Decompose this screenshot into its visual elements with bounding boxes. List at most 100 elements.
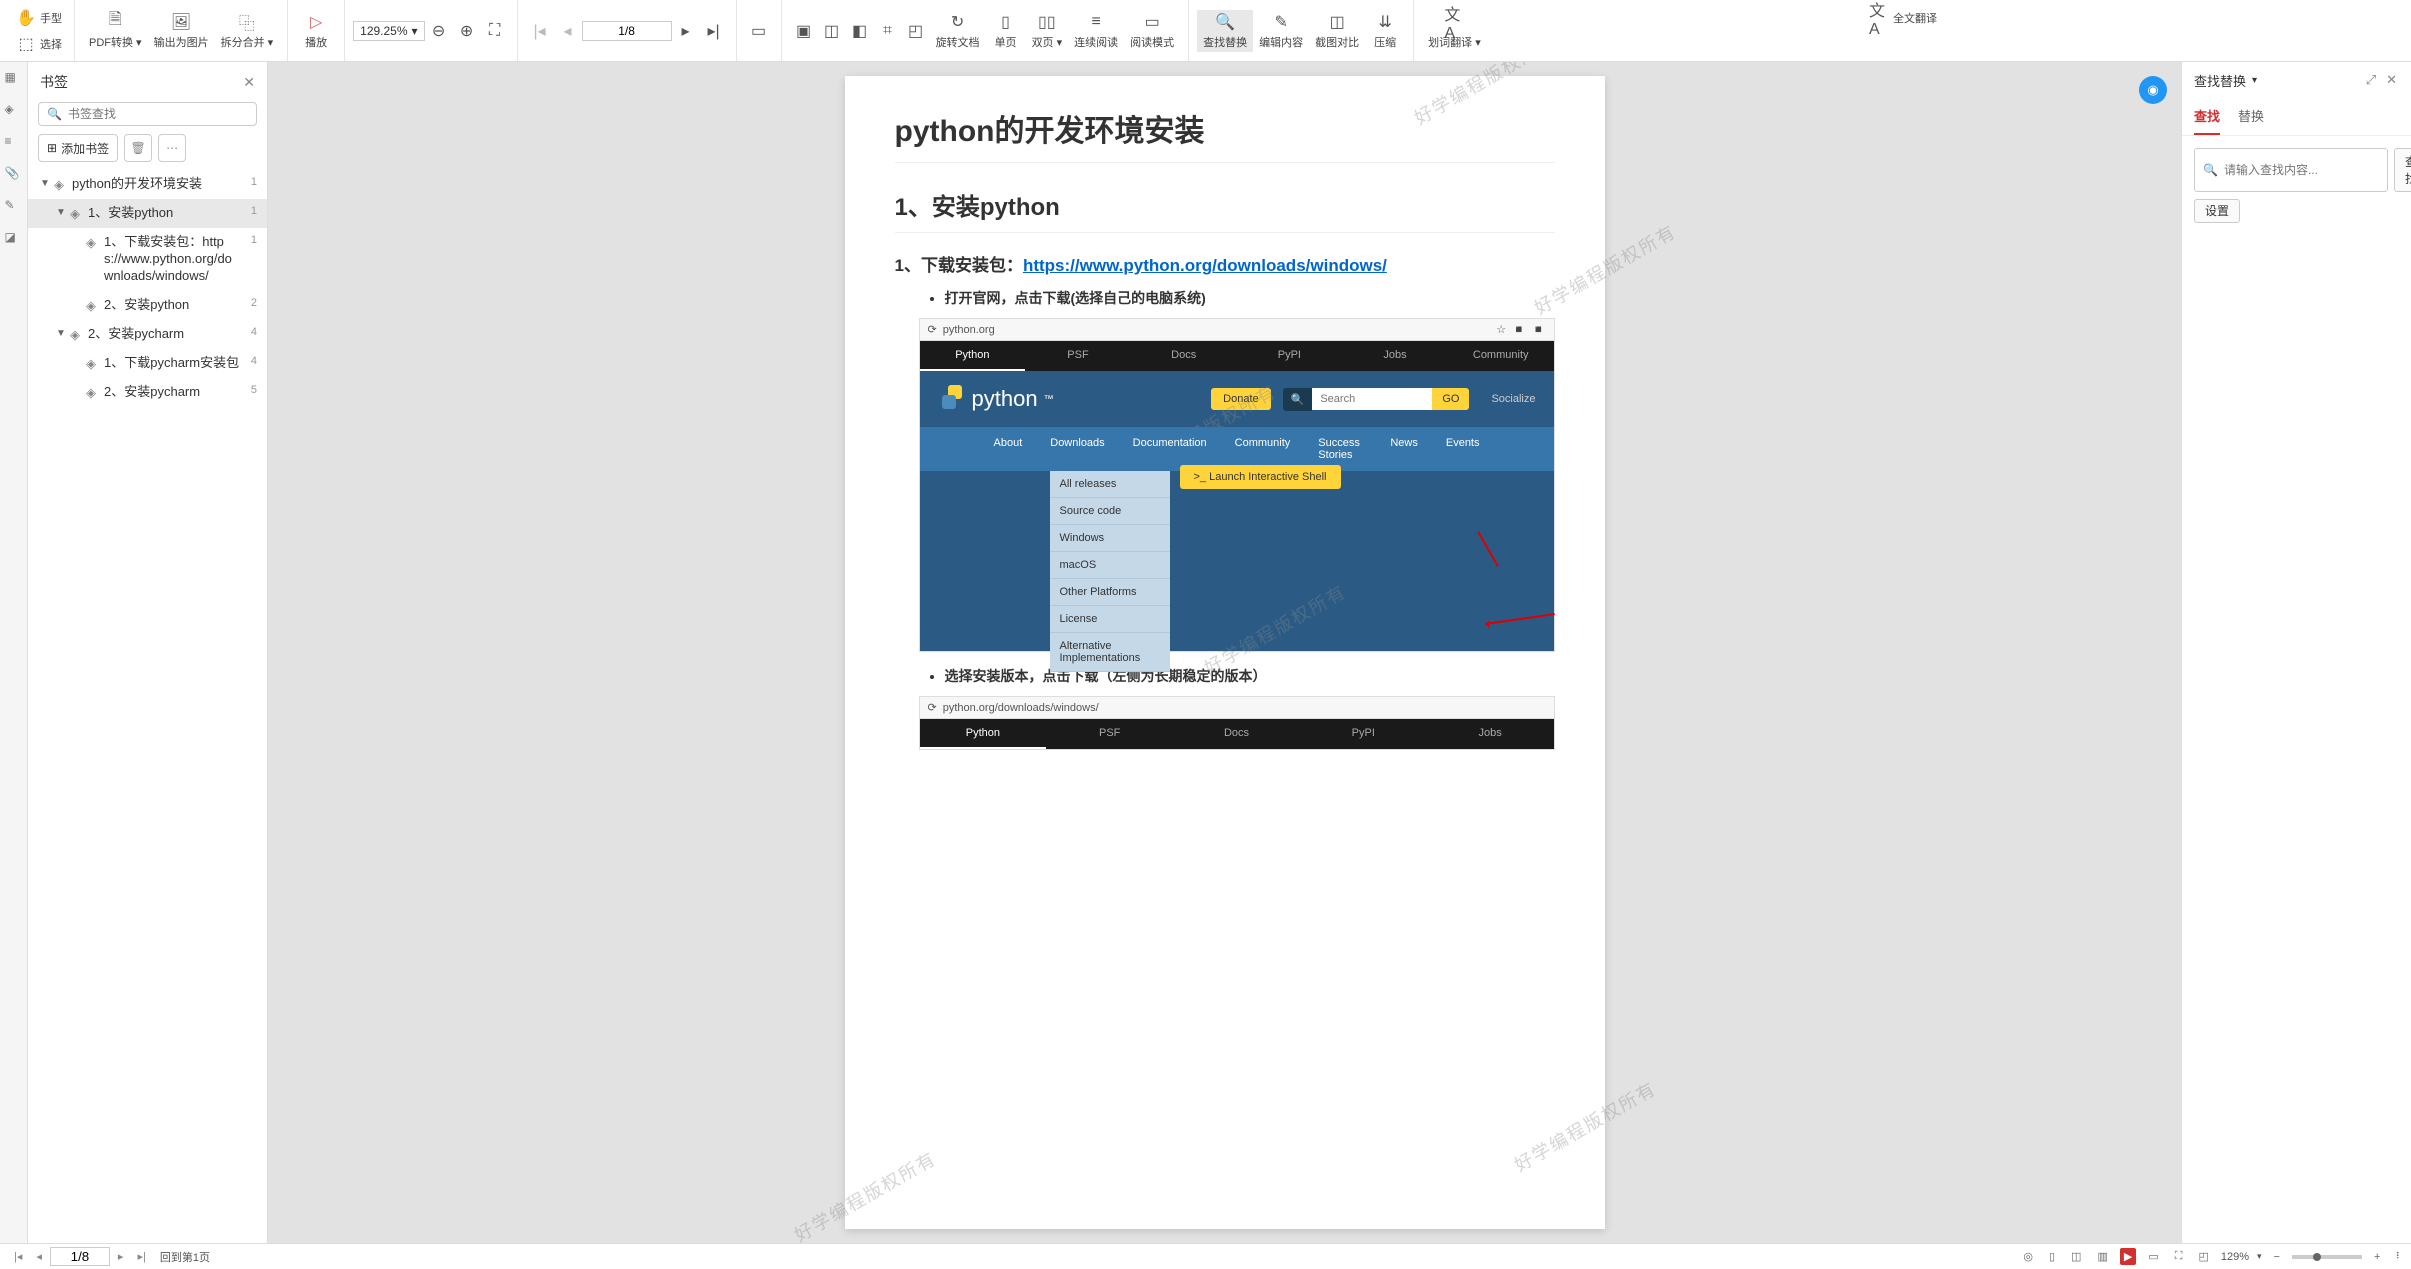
back-to-page-link[interactable]: 回到第1页 <box>160 1249 210 1265</box>
last-page-button[interactable]: ▸| <box>700 19 728 43</box>
bookmarks-close-icon[interactable]: ✕ <box>243 74 255 91</box>
zoom-out-button[interactable]: ⊖ <box>425 19 453 43</box>
split-merge-button[interactable]: ⿻拆分合并 ▾ <box>215 10 280 52</box>
bookmark-item[interactable]: ▼◈1、安装python1 <box>28 199 267 228</box>
double-page-button[interactable]: ▯▯双页 ▾ <box>1026 10 1069 52</box>
compress-button[interactable]: ⇊压缩 <box>1365 10 1405 52</box>
sb-view5-button[interactable]: ▭ <box>2144 1248 2162 1265</box>
prev-page-button[interactable]: ◂ <box>554 19 582 43</box>
crop5-button[interactable]: ◰ <box>902 19 930 43</box>
tab-find[interactable]: 查找 <box>2194 98 2220 135</box>
play-button[interactable]: ▷播放 <box>296 10 336 52</box>
shot-tab: PSF <box>1025 341 1131 371</box>
shot-tab: Jobs <box>1342 341 1448 371</box>
dropdown-item: Source code <box>1050 498 1170 525</box>
close-panel-icon[interactable]: ✕ <box>2384 70 2399 90</box>
page-input[interactable] <box>582 21 672 41</box>
bookmarks-icon[interactable]: ◈ <box>5 102 23 120</box>
export-image-button[interactable]: 🖼输出为图片 <box>148 10 215 52</box>
add-bookmark-button[interactable]: ⊞添加书签 <box>38 134 118 162</box>
layers-icon[interactable]: ◪ <box>5 230 23 248</box>
bookmark-label: 1、下载pycharm安装包 <box>104 355 241 372</box>
comments-icon[interactable]: ✎ <box>5 198 23 216</box>
bookmark-item[interactable]: ▼◈python的开发环境安装1 <box>28 170 267 199</box>
sb-first-button[interactable]: |◂ <box>8 1248 28 1265</box>
read-mode-button[interactable]: ▭阅读模式 <box>1124 10 1180 52</box>
bookmark-label: 1、安装python <box>88 205 241 222</box>
bookmark-item[interactable]: ◈1、下载安装包：https://www.python.org/download… <box>28 228 267 291</box>
bookmark-search[interactable]: 🔍 <box>38 102 257 126</box>
sb-next-button[interactable]: ▸ <box>112 1248 130 1265</box>
single-page-button[interactable]: ▯单页 <box>986 10 1026 52</box>
bookmark-item[interactable]: ◈2、安装pycharm5 <box>28 378 267 407</box>
pdf-convert-button[interactable]: 🗎PDF转换 ▾ <box>83 10 148 52</box>
rotate-doc-button[interactable]: ↻旋转文档 <box>930 10 986 52</box>
outline-icon[interactable]: ≡ <box>5 134 23 152</box>
crop2-button[interactable]: ◫ <box>818 19 846 43</box>
doc-h3: 1、下载安装包：https://www.python.org/downloads… <box>895 251 1555 276</box>
settings-button[interactable]: 设置 <box>2194 199 2240 223</box>
twisty-icon <box>72 297 82 299</box>
sb-zoom-out-button[interactable]: − <box>2270 1249 2284 1265</box>
sb-page-input[interactable] <box>50 1247 110 1266</box>
dropdown-item: Other Platforms <box>1050 579 1170 606</box>
sb-view6-button[interactable]: ⛶ <box>2171 1248 2187 1265</box>
sb-play-button[interactable]: ▶ <box>2120 1248 2136 1265</box>
sb-view1-button[interactable]: ◎ <box>2019 1248 2037 1265</box>
bookmark-more-button[interactable]: ⋯ <box>158 134 186 162</box>
crop3-button[interactable]: ◧ <box>846 19 874 43</box>
sb-more-button[interactable]: ፧ <box>2392 1248 2403 1265</box>
thumbnails-icon[interactable]: ▦ <box>5 70 23 88</box>
find-button[interactable]: 查找 <box>2394 148 2411 192</box>
sb-zoom-in-button[interactable]: + <box>2370 1249 2384 1265</box>
nav-item: Downloads <box>1036 427 1118 471</box>
bookmark-search-input[interactable] <box>68 107 248 121</box>
bookmark-page: 5 <box>251 384 257 396</box>
hand-tool-button[interactable]: ✋手型 <box>12 6 66 30</box>
sb-view3-button[interactable]: ◫ <box>2067 1248 2085 1265</box>
download-link[interactable]: https://www.python.org/downloads/windows… <box>1023 256 1387 275</box>
edit-content-button[interactable]: ✎编辑内容 <box>1253 10 1309 52</box>
attachments-icon[interactable]: 📎 <box>5 166 23 184</box>
sb-prev-button[interactable]: ◂ <box>30 1248 48 1265</box>
bookmark-item[interactable]: ▼◈2、安装pycharm4 <box>28 320 267 349</box>
select-tool-button[interactable]: ⬚选择 <box>12 32 66 56</box>
delete-bookmark-button[interactable]: 🗑 <box>124 134 152 162</box>
twisty-icon <box>72 384 82 386</box>
find-input[interactable] <box>2224 163 2379 177</box>
next-page-button[interactable]: ▸ <box>672 19 700 43</box>
sb-view4-button[interactable]: ▥ <box>2093 1248 2111 1265</box>
pdf-page: 好学编程版权所有 好学编程版权所有 好学编程版权所有 好学编程版权所有 好学编程… <box>845 76 1605 1229</box>
fit-button[interactable]: ⛶ <box>481 19 509 43</box>
bookmark-item[interactable]: ◈1、下载pycharm安装包4 <box>28 349 267 378</box>
sb-last-button[interactable]: ▸| <box>131 1248 151 1265</box>
continuous-button[interactable]: ≡连续阅读 <box>1068 10 1124 52</box>
crop4-button[interactable]: ⌗ <box>874 19 902 43</box>
read-mode-icon-button[interactable]: ▭ <box>745 19 773 43</box>
first-page-button[interactable]: |◂ <box>526 19 554 43</box>
nav-item: News <box>1376 427 1432 471</box>
zoom-select[interactable]: 129.25%▾ <box>353 21 424 41</box>
shot-tab: Jobs <box>1427 719 1554 749</box>
document-viewport[interactable]: ◉ 好学编程版权所有 好学编程版权所有 好学编程版权所有 好学编程版权所有 好学… <box>268 62 2181 1243</box>
word-translate-button[interactable]: 文A划词翻译 ▾ <box>1422 10 1487 52</box>
zoom-in-button[interactable]: ⊕ <box>453 19 481 43</box>
watermark: 好学编程版权所有 <box>1509 1075 1661 1178</box>
sb-view2-button[interactable]: ▯ <box>2045 1248 2059 1265</box>
bookmark-icon: ◈ <box>86 297 100 314</box>
dropdown-item: Alternative Implementations <box>1050 633 1170 672</box>
donate-button: Donate <box>1211 388 1270 410</box>
twisty-icon: ▼ <box>40 176 50 189</box>
zoom-slider[interactable] <box>2292 1255 2362 1259</box>
bookmark-item[interactable]: ◈2、安装python2 <box>28 291 267 320</box>
tab-replace[interactable]: 替换 <box>2238 98 2264 135</box>
float-action-button[interactable]: ◉ <box>2139 76 2167 104</box>
screenshot-compare-button[interactable]: ◫截图对比 <box>1309 10 1365 52</box>
bookmark-page: 1 <box>251 176 257 188</box>
crop1-button[interactable]: ▣ <box>790 19 818 43</box>
sb-view7-button[interactable]: ◰ <box>2194 1248 2212 1265</box>
sb-zoom-value[interactable]: 129% <box>2221 1251 2249 1263</box>
full-translate-button[interactable]: 文A全文翻译 <box>1865 6 1941 30</box>
find-replace-button[interactable]: 🔍查找替换 <box>1197 10 1253 52</box>
pin-icon[interactable]: ⤢ <box>2364 70 2378 90</box>
